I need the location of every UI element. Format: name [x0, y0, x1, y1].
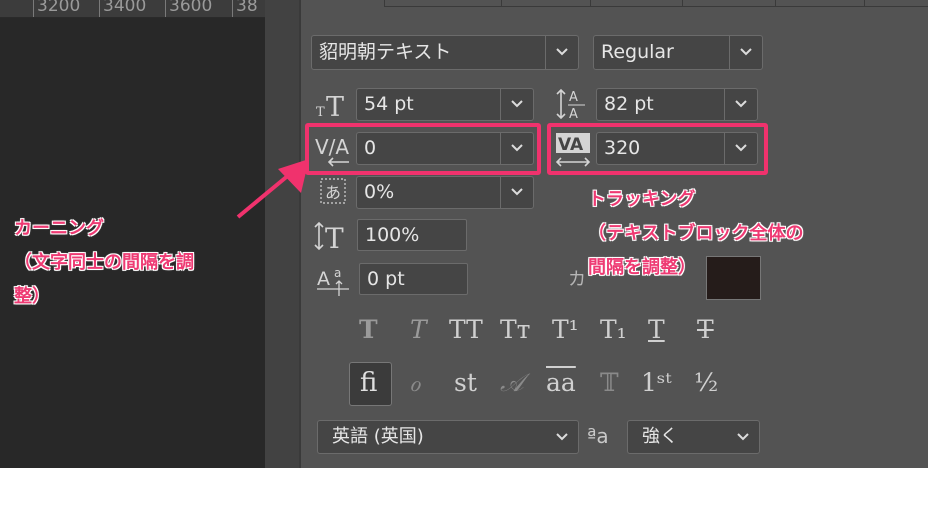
- tracking-annotation-line-2: （テキストブロック全体の: [588, 223, 804, 244]
- tracking-annotation-line-3: 間隔を調整）: [588, 257, 696, 278]
- kerning-annotation-line-2: （文字同士の間隔を調: [14, 252, 194, 273]
- tracking-annotation: トラッキング （テキストブロック全体の 間隔を調整）: [588, 183, 803, 285]
- kerning-annotation-line-1: カーニング: [14, 218, 104, 239]
- tracking-annotation-line-1: トラッキング: [588, 189, 696, 210]
- kerning-annotation: カーニング （文字同士の間隔を調 整）: [14, 212, 194, 314]
- kerning-annotation-line-3: 整）: [14, 286, 50, 307]
